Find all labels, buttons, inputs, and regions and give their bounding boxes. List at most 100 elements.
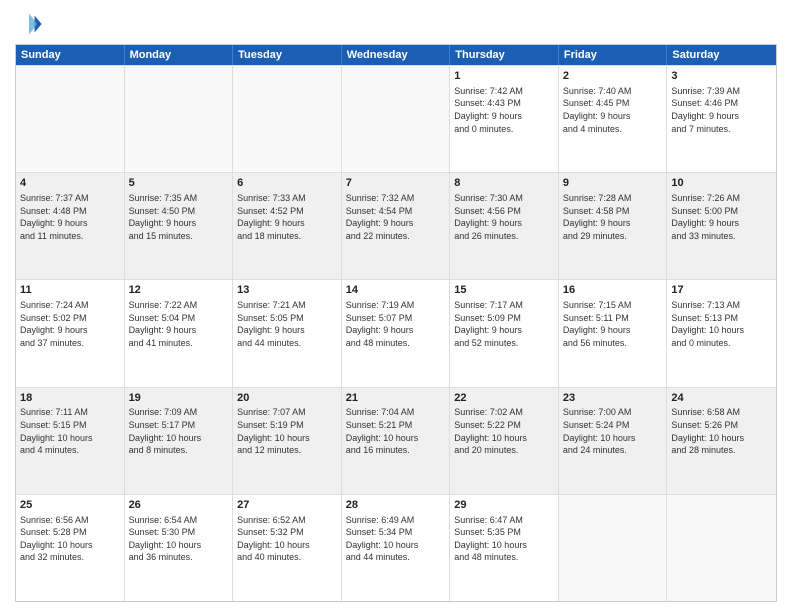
calendar-cell-15: 15 Sunrise: 7:17 AM Sunset: 5:09 PM Dayli… xyxy=(450,280,559,386)
cell-content: Sunrise: 7:11 AM Sunset: 5:15 PM Dayligh… xyxy=(20,407,93,455)
calendar-cell-29: 29Sunrise: 6:47 AM Sunset: 5:35 PM Dayli… xyxy=(450,495,559,601)
calendar-cell-6: 6 Sunrise: 7:33 AM Sunset: 4:52 PM Daylig… xyxy=(233,173,342,279)
calendar-cell-8: 8 Sunrise: 7:30 AM Sunset: 4:56 PM Daylig… xyxy=(450,173,559,279)
cell-content: Sunrise: 7:00 AM Sunset: 5:24 PM Dayligh… xyxy=(563,407,636,455)
calendar-cell-27: 27 Sunrise: 6:52 AM Sunset: 5:32 PM Dayli… xyxy=(233,495,342,601)
calendar-cell-10: 10Sunrise: 7:26 AM Sunset: 5:00 PM Dayli… xyxy=(667,173,776,279)
day-number: 14 xyxy=(346,283,446,298)
cell-content: Sunrise: 6:49 AM Sunset: 5:34 PM Dayligh… xyxy=(346,515,419,563)
day-number: 20 xyxy=(237,391,337,406)
cell-content: Sunrise: 6:58 AM Sunset: 5:26 PM Dayligh… xyxy=(671,407,744,455)
calendar-body: 1 Sunrise: 7:42 AM Sunset: 4:43 PM Daylig… xyxy=(16,65,776,601)
cell-content: Sunrise: 7:32 AM Sunset: 4:54 PM Dayligh… xyxy=(346,193,415,241)
calendar-cell-empty xyxy=(125,66,234,172)
day-number: 4 xyxy=(20,176,120,191)
calendar-cell-12: 12 Sunrise: 7:22 AM Sunset: 5:04 PM Dayli… xyxy=(125,280,234,386)
day-number: 3 xyxy=(671,69,772,84)
calendar-cell-4: 4 Sunrise: 7:37 AM Sunset: 4:48 PM Daylig… xyxy=(16,173,125,279)
header-day-wednesday: Wednesday xyxy=(342,45,451,65)
day-number: 24 xyxy=(671,391,772,406)
cell-content: Sunrise: 7:04 AM Sunset: 5:21 PM Dayligh… xyxy=(346,407,419,455)
logo-icon xyxy=(15,10,43,38)
cell-content: Sunrise: 7:39 AM Sunset: 4:46 PM Dayligh… xyxy=(671,86,740,134)
calendar-cell-24: 24Sunrise: 6:58 AM Sunset: 5:26 PM Dayli… xyxy=(667,388,776,494)
calendar-row-0: 1 Sunrise: 7:42 AM Sunset: 4:43 PM Daylig… xyxy=(16,65,776,172)
cell-content: Sunrise: 7:07 AM Sunset: 5:19 PM Dayligh… xyxy=(237,407,310,455)
calendar-cell-26: 26 Sunrise: 6:54 AM Sunset: 5:30 PM Dayli… xyxy=(125,495,234,601)
day-number: 5 xyxy=(129,176,229,191)
cell-content: Sunrise: 7:30 AM Sunset: 4:56 PM Dayligh… xyxy=(454,193,523,241)
cell-content: Sunrise: 7:17 AM Sunset: 5:09 PM Dayligh… xyxy=(454,300,523,348)
calendar-cell-2: 2 Sunrise: 7:40 AM Sunset: 4:45 PM Daylig… xyxy=(559,66,668,172)
cell-content: Sunrise: 7:33 AM Sunset: 4:52 PM Dayligh… xyxy=(237,193,306,241)
day-number: 29 xyxy=(454,498,554,513)
day-number: 13 xyxy=(237,283,337,298)
calendar-cell-3: 3 Sunrise: 7:39 AM Sunset: 4:46 PM Daylig… xyxy=(667,66,776,172)
header-day-thursday: Thursday xyxy=(450,45,559,65)
day-number: 17 xyxy=(671,283,772,298)
day-number: 18 xyxy=(20,391,120,406)
calendar-cell-23: 23Sunrise: 7:00 AM Sunset: 5:24 PM Dayli… xyxy=(559,388,668,494)
cell-content: Sunrise: 7:15 AM Sunset: 5:11 PM Dayligh… xyxy=(563,300,632,348)
logo xyxy=(15,10,47,38)
day-number: 15 xyxy=(454,283,554,298)
calendar-row-1: 4 Sunrise: 7:37 AM Sunset: 4:48 PM Daylig… xyxy=(16,172,776,279)
day-number: 11 xyxy=(20,283,120,298)
cell-content: Sunrise: 7:21 AM Sunset: 5:05 PM Dayligh… xyxy=(237,300,306,348)
header-day-tuesday: Tuesday xyxy=(233,45,342,65)
cell-content: Sunrise: 7:13 AM Sunset: 5:13 PM Dayligh… xyxy=(671,300,744,348)
day-number: 28 xyxy=(346,498,446,513)
day-number: 8 xyxy=(454,176,554,191)
cell-content: Sunrise: 6:52 AM Sunset: 5:32 PM Dayligh… xyxy=(237,515,310,563)
cell-content: Sunrise: 7:19 AM Sunset: 5:07 PM Dayligh… xyxy=(346,300,415,348)
header-day-friday: Friday xyxy=(559,45,668,65)
cell-content: Sunrise: 7:28 AM Sunset: 4:58 PM Dayligh… xyxy=(563,193,632,241)
calendar-cell-empty xyxy=(342,66,451,172)
calendar-row-4: 25 Sunrise: 6:56 AM Sunset: 5:28 PM Dayli… xyxy=(16,494,776,601)
calendar-cell-21: 21Sunrise: 7:04 AM Sunset: 5:21 PM Dayli… xyxy=(342,388,451,494)
header-day-monday: Monday xyxy=(125,45,234,65)
cell-content: Sunrise: 7:42 AM Sunset: 4:43 PM Dayligh… xyxy=(454,86,523,134)
calendar-cell-17: 17 Sunrise: 7:13 AM Sunset: 5:13 PM Dayli… xyxy=(667,280,776,386)
cell-content: Sunrise: 7:35 AM Sunset: 4:50 PM Dayligh… xyxy=(129,193,198,241)
day-number: 10 xyxy=(671,176,772,191)
calendar-cell-1: 1 Sunrise: 7:42 AM Sunset: 4:43 PM Daylig… xyxy=(450,66,559,172)
day-number: 25 xyxy=(20,498,120,513)
cell-content: Sunrise: 7:37 AM Sunset: 4:48 PM Dayligh… xyxy=(20,193,89,241)
cell-content: Sunrise: 7:09 AM Sunset: 5:17 PM Dayligh… xyxy=(129,407,202,455)
day-number: 22 xyxy=(454,391,554,406)
day-number: 21 xyxy=(346,391,446,406)
day-number: 23 xyxy=(563,391,663,406)
calendar-row-2: 11 Sunrise: 7:24 AM Sunset: 5:02 PM Dayli… xyxy=(16,279,776,386)
cell-content: Sunrise: 7:02 AM Sunset: 5:22 PM Dayligh… xyxy=(454,407,527,455)
calendar-cell-18: 18Sunrise: 7:11 AM Sunset: 5:15 PM Dayli… xyxy=(16,388,125,494)
day-number: 12 xyxy=(129,283,229,298)
calendar-cell-14: 14 Sunrise: 7:19 AM Sunset: 5:07 PM Dayli… xyxy=(342,280,451,386)
calendar-header: SundayMondayTuesdayWednesdayThursdayFrid… xyxy=(16,45,776,65)
calendar-cell-5: 5 Sunrise: 7:35 AM Sunset: 4:50 PM Daylig… xyxy=(125,173,234,279)
header xyxy=(15,10,777,38)
header-day-saturday: Saturday xyxy=(667,45,776,65)
calendar-cell-empty xyxy=(667,495,776,601)
cell-content: Sunrise: 7:40 AM Sunset: 4:45 PM Dayligh… xyxy=(563,86,632,134)
cell-content: Sunrise: 6:54 AM Sunset: 5:30 PM Dayligh… xyxy=(129,515,202,563)
page: SundayMondayTuesdayWednesdayThursdayFrid… xyxy=(0,0,792,612)
calendar-cell-7: 7 Sunrise: 7:32 AM Sunset: 4:54 PM Daylig… xyxy=(342,173,451,279)
cell-content: Sunrise: 7:22 AM Sunset: 5:04 PM Dayligh… xyxy=(129,300,198,348)
day-number: 2 xyxy=(563,69,663,84)
day-number: 26 xyxy=(129,498,229,513)
cell-content: Sunrise: 7:24 AM Sunset: 5:02 PM Dayligh… xyxy=(20,300,89,348)
calendar-cell-empty xyxy=(16,66,125,172)
day-number: 7 xyxy=(346,176,446,191)
calendar-cell-13: 13 Sunrise: 7:21 AM Sunset: 5:05 PM Dayli… xyxy=(233,280,342,386)
day-number: 19 xyxy=(129,391,229,406)
day-number: 1 xyxy=(454,69,554,84)
calendar-cell-19: 19Sunrise: 7:09 AM Sunset: 5:17 PM Dayli… xyxy=(125,388,234,494)
calendar-row-3: 18Sunrise: 7:11 AM Sunset: 5:15 PM Dayli… xyxy=(16,387,776,494)
calendar: SundayMondayTuesdayWednesdayThursdayFrid… xyxy=(15,44,777,602)
calendar-cell-9: 9Sunrise: 7:28 AM Sunset: 4:58 PM Daylig… xyxy=(559,173,668,279)
day-number: 27 xyxy=(237,498,337,513)
cell-content: Sunrise: 6:56 AM Sunset: 5:28 PM Dayligh… xyxy=(20,515,93,563)
calendar-cell-16: 16Sunrise: 7:15 AM Sunset: 5:11 PM Dayli… xyxy=(559,280,668,386)
day-number: 6 xyxy=(237,176,337,191)
